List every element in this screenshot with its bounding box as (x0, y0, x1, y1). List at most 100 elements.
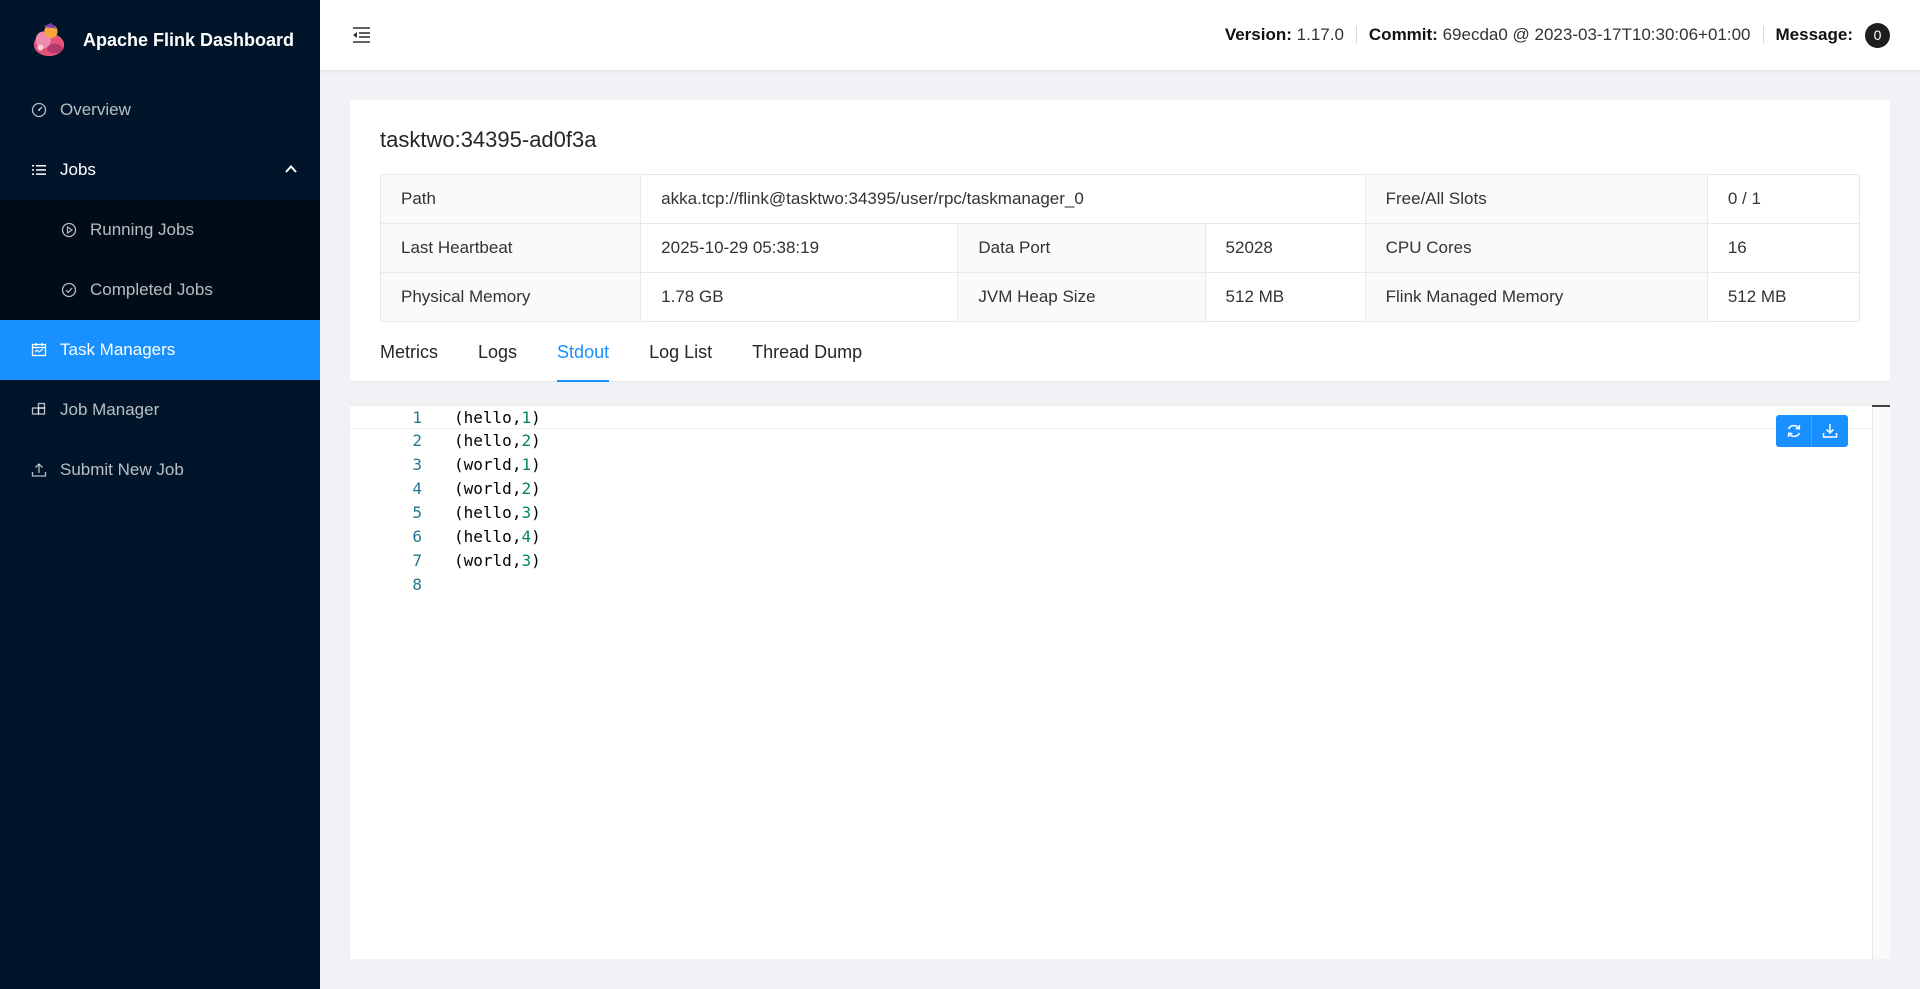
logo[interactable]: Apache Flink Dashboard (0, 0, 320, 80)
content: tasktwo:34395-ad0f3a Path akka.tcp://fli… (320, 70, 1920, 989)
managed-memory-value: 512 MB (1706, 272, 1861, 322)
memory-label: Physical Memory (379, 272, 642, 322)
sidebar-item-label: Completed Jobs (90, 280, 213, 299)
path-label: Path (379, 174, 642, 224)
heap-value: 512 MB (1204, 272, 1366, 322)
reload-icon (1787, 424, 1801, 438)
paren-open: ( (454, 455, 464, 474)
paren-close: ) (531, 431, 541, 450)
sidebar-item-label: Task Managers (60, 340, 176, 359)
line-number: 4 (412, 479, 422, 498)
dashboard-icon (30, 101, 48, 119)
paren-close: ) (531, 408, 541, 427)
line-content (422, 573, 454, 597)
main-area: Version: 1.17.0 Commit: 69ecda0 @ 2023-0… (320, 0, 1920, 989)
cpu-label: CPU Cores (1364, 223, 1708, 273)
sidebar-item-completed-jobs[interactable]: Completed Jobs (0, 260, 320, 320)
code-line[interactable]: 5 (hello,3) (350, 501, 1872, 525)
paren-open: ( (454, 431, 464, 450)
sidebar-item-submit-new-job[interactable]: Submit New Job (0, 440, 320, 500)
memory-value: 1.78 GB (640, 272, 959, 322)
schedule-icon (30, 341, 48, 359)
comma: , (511, 479, 522, 498)
message-label: Message: (1775, 24, 1853, 44)
sidebar-item-label: Jobs (60, 160, 96, 179)
sidebar-item-job-manager[interactable]: Job Manager (0, 380, 320, 440)
line-number: 1 (412, 408, 422, 427)
line-number: 5 (412, 503, 422, 522)
paren-open: ( (454, 479, 464, 498)
line-word: hello (463, 431, 512, 450)
stdout-editor[interactable]: 1 (hello,1) 2 (hello,2) 3 (world,1) 4 (world,2)… (350, 404, 1890, 959)
line-word: hello (463, 408, 512, 427)
message-info[interactable]: Message: 0 (1764, 22, 1890, 48)
code-line[interactable]: 7 (world,3) (350, 549, 1872, 573)
comma: , (511, 527, 522, 546)
line-count: 2 (521, 479, 532, 498)
line-word: world (463, 479, 512, 498)
sidebar-item-overview[interactable]: Overview (0, 80, 320, 140)
sidebar-item-running-jobs[interactable]: Running Jobs (0, 200, 320, 260)
editor-lines[interactable]: 1 (hello,1) 2 (hello,2) 3 (world,1) 4 (world,2)… (350, 405, 1872, 959)
details-row: Last Heartbeat 2025-10-29 05:38:19 Data … (379, 223, 1861, 273)
taskmanager-card: tasktwo:34395-ad0f3a Path akka.tcp://fli… (350, 100, 1890, 382)
paren-open: ( (454, 527, 464, 546)
code-line[interactable]: 6 (hello,4) (350, 525, 1872, 549)
line-count: 4 (521, 527, 532, 546)
code-line[interactable]: 3 (world,1) (350, 453, 1872, 477)
menu-fold-icon[interactable] (350, 24, 372, 46)
paren-close: ) (531, 479, 541, 498)
commit-label: Commit: (1368, 25, 1438, 44)
chevron-up-icon (285, 165, 297, 173)
code-line[interactable]: 2 (hello,2) (350, 429, 1872, 453)
heartbeat-label: Last Heartbeat (379, 223, 642, 273)
download-button[interactable] (1812, 415, 1848, 447)
paren-close: ) (531, 527, 541, 546)
line-count: 1 (521, 408, 532, 427)
heartbeat-value: 2025-10-29 05:38:19 (640, 223, 959, 273)
message-badge[interactable]: 0 (1865, 22, 1890, 48)
sidebar: Apache Flink Dashboard Overview Jobs Run… (0, 0, 320, 989)
paren-close: ) (531, 455, 541, 474)
download-icon (1822, 424, 1838, 438)
code-line[interactable]: 1 (hello,1) (350, 405, 1872, 429)
tab-stdout[interactable]: Stdout (557, 322, 610, 382)
app-title: Apache Flink Dashboard (83, 29, 295, 50)
line-number: 6 (412, 527, 422, 546)
tab-thread-dump[interactable]: Thread Dump (752, 322, 862, 382)
scrollbar-marker (1872, 405, 1890, 407)
comma: , (511, 431, 522, 450)
tab-metrics[interactable]: Metrics (380, 322, 438, 382)
tab-log-list[interactable]: Log List (649, 322, 712, 382)
line-content: (hello,1) (422, 406, 541, 428)
line-content: (world,2) (422, 477, 541, 501)
editor-scrollbar[interactable] (1872, 405, 1890, 959)
commit-value: 69ecda0 @ 2023-03-17T10:30:06+01:00 (1442, 25, 1751, 44)
slots-label: Free/All Slots (1364, 174, 1708, 224)
header-info: Version: 1.17.0 Commit: 69ecda0 @ 2023-0… (1213, 22, 1890, 48)
reload-button[interactable] (1776, 415, 1812, 447)
code-line[interactable]: 4 (world,2) (350, 477, 1872, 501)
paren-close: ) (531, 551, 541, 570)
version-value: 1.17.0 (1296, 25, 1344, 44)
dataport-label: Data Port (957, 223, 1206, 273)
line-count: 3 (521, 551, 532, 570)
managed-memory-label: Flink Managed Memory (1364, 272, 1708, 322)
sidebar-item-jobs[interactable]: Jobs (0, 140, 320, 200)
version-label: Version: (1224, 25, 1292, 44)
upload-icon (30, 461, 48, 479)
line-number: 7 (412, 551, 422, 570)
paren-open: ( (454, 408, 464, 427)
sidebar-item-task-managers[interactable]: Task Managers (0, 320, 320, 380)
code-line[interactable]: 8 (350, 573, 1872, 597)
paren-close: ) (531, 503, 541, 522)
cpu-value: 16 (1706, 223, 1861, 273)
sidebar-menu: Overview Jobs Running Jobs Completed Job… (0, 80, 320, 500)
line-content: (hello,2) (422, 429, 541, 453)
heap-label: JVM Heap Size (957, 272, 1206, 322)
top-header: Version: 1.17.0 Commit: 69ecda0 @ 2023-0… (320, 0, 1920, 70)
tab-logs[interactable]: Logs (478, 322, 517, 382)
paren-open: ( (454, 551, 464, 570)
comma: , (511, 503, 522, 522)
line-word: hello (463, 527, 512, 546)
